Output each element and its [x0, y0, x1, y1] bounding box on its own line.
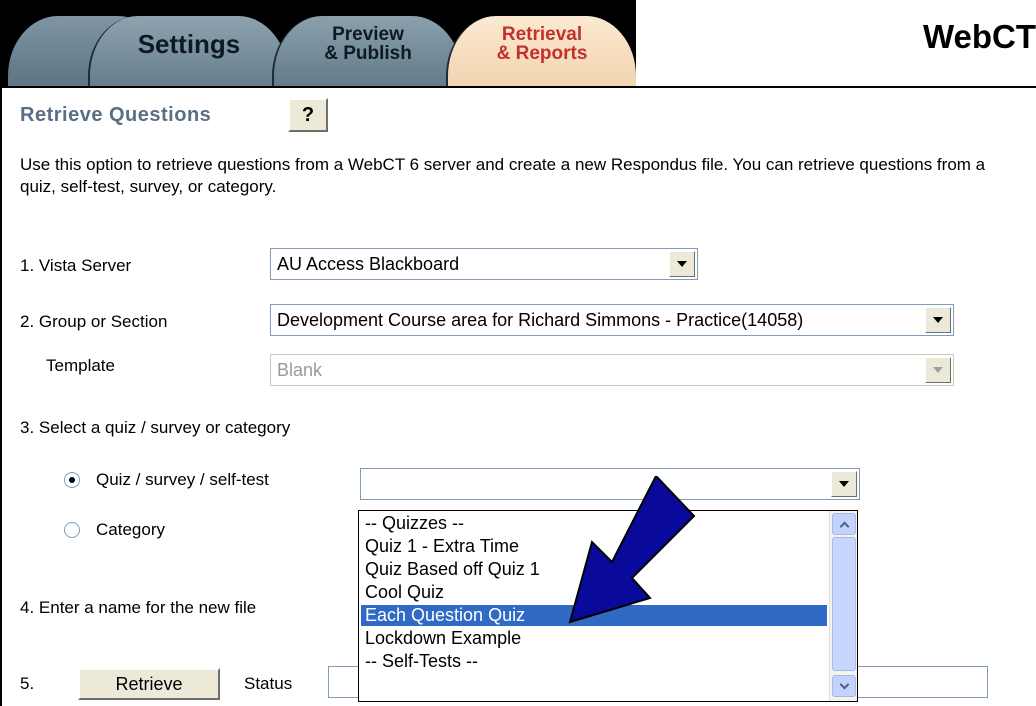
tab-retrieval-label-2: & Reports — [496, 43, 588, 64]
tab-settings[interactable]: Settings — [88, 16, 288, 86]
chevron-down-icon — [925, 357, 951, 383]
retrieve-button[interactable]: Retrieve — [78, 668, 220, 700]
tab-preview-label-2: & Publish — [324, 43, 412, 64]
scroll-up-icon[interactable] — [832, 513, 856, 535]
template-value: Blank — [277, 360, 323, 380]
scroll-down-icon[interactable] — [832, 675, 856, 697]
vista-server-select[interactable]: AU Access Blackboard — [270, 248, 698, 280]
file-name-label: 4. Enter a name for the new file — [20, 598, 257, 617]
select-quiz-label: 3. Select a quiz / survey or category — [20, 418, 291, 437]
category-radio[interactable] — [64, 522, 80, 538]
dropdown-option[interactable]: Quiz 1 - Extra Time — [361, 536, 827, 557]
brand-logo: WebCT — [636, 0, 1036, 86]
tab-preview-label-1: Preview — [332, 24, 404, 45]
group-section-select[interactable]: Development Course area for Richard Simm… — [270, 304, 954, 336]
scroll-thumb[interactable] — [832, 537, 856, 671]
dropdown-option[interactable]: -- Quizzes -- — [361, 513, 827, 534]
tab-settings-label: Settings — [137, 28, 241, 59]
chevron-down-icon[interactable] — [669, 251, 695, 277]
status-label: Status — [244, 674, 293, 693]
quiz-dropdown-list[interactable]: -- Quizzes -- Quiz 1 - Extra Time Quiz B… — [358, 510, 858, 702]
dropdown-option[interactable]: -- Self-Tests -- — [361, 651, 827, 672]
dropdown-option[interactable]: Lockdown Example — [361, 628, 827, 649]
vista-server-value: AU Access Blackboard — [277, 254, 460, 274]
quiz-survey-radio-label[interactable]: Quiz / survey / self-test — [96, 470, 269, 490]
dropdown-option[interactable]: Quiz Based off Quiz 1 — [361, 559, 827, 580]
step-five-label: 5. — [20, 674, 35, 693]
dropdown-option[interactable]: Cool Quiz — [361, 582, 827, 603]
tab-preview-publish[interactable]: Preview & Publish — [272, 16, 462, 86]
tab-retrieval-reports[interactable]: Retrieval & Reports — [446, 16, 636, 86]
chevron-down-icon[interactable] — [925, 307, 951, 333]
respondus-window: Settings Preview & Publish Retrieval & R… — [0, 0, 1036, 706]
vista-server-label: 1. Vista Server — [20, 256, 132, 275]
intro-text: Use this option to retrieve questions fr… — [20, 155, 986, 196]
category-radio-label[interactable]: Category — [96, 520, 165, 540]
chevron-down-icon[interactable] — [831, 471, 857, 497]
template-select: Blank — [270, 354, 954, 386]
dropdown-scrollbar[interactable] — [829, 511, 857, 701]
group-section-label: 2. Group or Section — [20, 312, 168, 331]
group-section-value: Development Course area for Richard Simm… — [277, 310, 804, 330]
page-title: Retrieve Questions — [20, 104, 212, 126]
tab-retrieval-label-1: Retrieval — [501, 24, 583, 45]
dropdown-option-selected[interactable]: Each Question Quiz — [361, 605, 827, 626]
quiz-select[interactable] — [360, 468, 860, 500]
quiz-survey-radio[interactable] — [64, 472, 80, 488]
help-button[interactable]: ? — [288, 98, 328, 132]
template-label: Template — [46, 356, 115, 375]
header-bar: Settings Preview & Publish Retrieval & R… — [0, 0, 1036, 88]
